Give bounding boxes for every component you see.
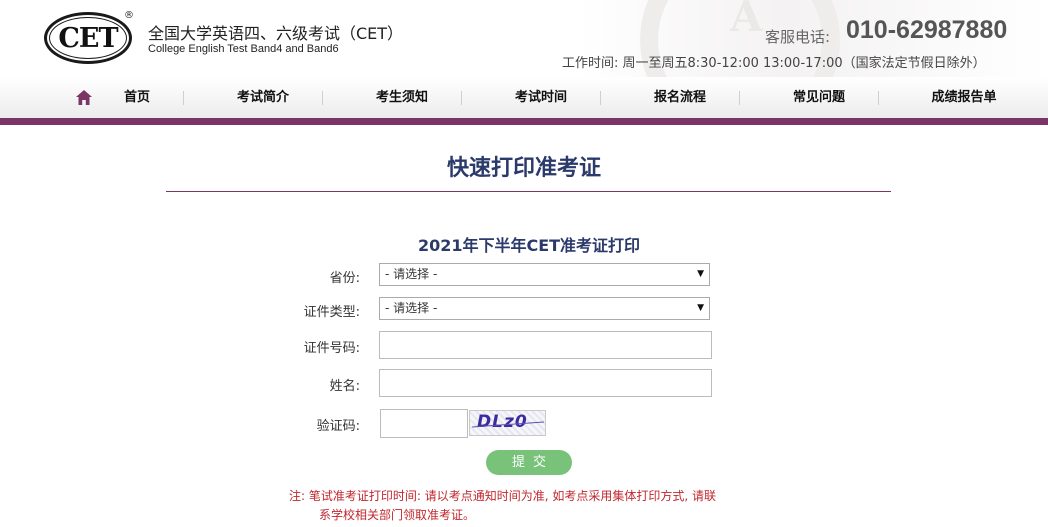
phone-label: 客服电话: xyxy=(765,28,831,46)
page-title: 快速打印准考证 xyxy=(446,156,601,181)
site-title-cn: 全国大学英语四、六级考试（CET） xyxy=(148,24,404,43)
nav-candidate-notice[interactable]: 考生须知 xyxy=(360,77,444,118)
id-number-label: 证件号码: xyxy=(303,341,360,356)
form-title: 2021年下半年CET准考证打印 xyxy=(417,236,641,255)
id-number-input[interactable] xyxy=(379,331,712,359)
id-type-select[interactable]: - 请选择 - ▼ xyxy=(379,297,710,320)
id-type-label: 证件类型: xyxy=(303,305,360,320)
nav-separator xyxy=(183,91,184,105)
service-hours: 工作时间: 周一至周五8:30-12:00 13:00-17:00（国家法定节假… xyxy=(562,56,986,71)
nav-registration-process[interactable]: 报名流程 xyxy=(638,77,722,118)
captcha-label: 验证码: xyxy=(316,419,360,434)
captcha-input[interactable] xyxy=(380,409,468,438)
main-nav: 首页 考试简介 考生须知 考试时间 报名流程 常见问题 成绩报告单 xyxy=(0,77,1048,118)
captcha-image[interactable]: DLz0 xyxy=(469,410,546,436)
dropdown-arrow-icon: ▼ xyxy=(697,303,704,313)
nav-faq[interactable]: 常见问题 xyxy=(777,77,861,118)
page: A CET ® 全国大学英语四、六级考试（CET） College Englis… xyxy=(0,0,1048,527)
nav-exam-intro[interactable]: 考试简介 xyxy=(221,77,305,118)
print-notice-line1: 注: 笔试准考证打印时间: 请以考点通知时间为准, 如考点采用集体打印方式, 请… xyxy=(289,489,716,503)
site-title-en: College English Test Band4 and Band6 xyxy=(148,43,339,55)
header-decoration-letter: A xyxy=(730,0,763,41)
province-select-value: - 请选择 - xyxy=(385,267,438,281)
nav-separator xyxy=(600,91,601,105)
nav-score-report[interactable]: 成绩报告单 xyxy=(916,77,1012,118)
nav-separator xyxy=(739,91,740,105)
nav-accent-bar xyxy=(0,118,1048,125)
id-type-select-value: - 请选择 - xyxy=(385,301,438,315)
nav-separator xyxy=(461,91,462,105)
captcha-text: DLz0 xyxy=(477,412,528,432)
print-notice: 注: 笔试准考证打印时间: 请以考点通知时间为准, 如考点采用集体打印方式, 请… xyxy=(289,487,829,525)
dropdown-arrow-icon: ▼ xyxy=(697,269,704,279)
site-header: A CET ® 全国大学英语四、六级考试（CET） College Englis… xyxy=(0,0,1048,77)
cet-logo-text: CET xyxy=(49,17,127,59)
nav-home[interactable]: 首页 xyxy=(110,77,164,118)
title-divider xyxy=(166,191,891,192)
home-icon[interactable] xyxy=(76,90,92,105)
cet-logo[interactable]: CET xyxy=(44,12,132,64)
province-select[interactable]: - 请选择 - ▼ xyxy=(379,263,710,286)
phone-number: 010-62987880 xyxy=(846,16,1008,44)
province-label: 省份: xyxy=(329,271,360,286)
name-input[interactable] xyxy=(379,369,712,397)
print-notice-line2: 系学校相关部门领取准考证。 xyxy=(319,508,476,522)
submit-button[interactable]: 提交 xyxy=(486,450,572,475)
nav-separator xyxy=(878,91,879,105)
nav-exam-time[interactable]: 考试时间 xyxy=(499,77,583,118)
registered-mark: ® xyxy=(124,10,134,21)
name-label: 姓名: xyxy=(329,379,360,394)
nav-separator xyxy=(322,91,323,105)
